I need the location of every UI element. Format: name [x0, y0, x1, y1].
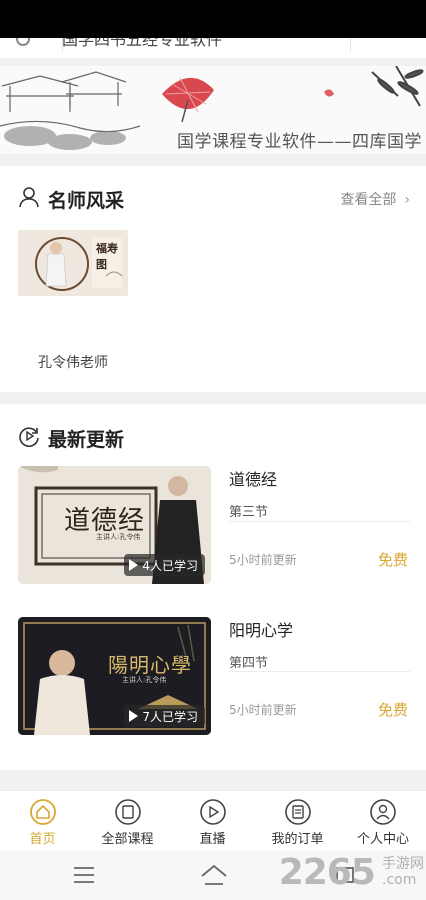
teacher-card-image[interactable]: 福寿图 [18, 230, 128, 296]
home-icon [29, 798, 57, 830]
tab-my-orders[interactable]: 我的订单 [255, 791, 340, 851]
learners-count: 7人已学习 [142, 709, 198, 724]
location-icon[interactable] [16, 38, 30, 46]
tab-all-courses[interactable]: 全部课程 [85, 791, 170, 851]
tab-profile[interactable]: 个人中心 [340, 791, 426, 851]
search-bar[interactable]: 国学四书五经专业软件 [0, 38, 426, 58]
profile-icon [369, 798, 397, 830]
banner[interactable]: 国学课程专业软件——四库国学 [0, 66, 426, 154]
watermark-logo: 2265 手游网 .com [279, 852, 424, 893]
teacher-name[interactable]: 孔令伟老师 [38, 352, 108, 372]
watermark-sub: 手游网 [382, 856, 424, 872]
tab-label: 首页 [29, 832, 56, 847]
watermark-domain: .com [382, 872, 417, 888]
divider [229, 671, 410, 672]
tab-home[interactable]: 首页 [0, 791, 85, 851]
home-nav-icon[interactable] [200, 864, 228, 890]
course-updated: 5小时前更新 [229, 553, 297, 567]
refresh-play-icon [18, 425, 40, 451]
course-price: 免费 [377, 701, 408, 719]
view-all-link[interactable]: 查看全部 › [340, 189, 410, 209]
chevron-right-icon: › [404, 192, 410, 208]
view-all-label: 查看全部 [340, 192, 397, 208]
course-thumb-title: 陽明心學 [108, 653, 192, 677]
course-lesson: 第三节 [229, 505, 269, 520]
divider [229, 521, 410, 522]
bottom-tab-bar: 首页 全部课程 直播 我的订单 个人中心 [0, 790, 426, 850]
tab-label: 直播 [199, 832, 226, 847]
tab-label: 我的订单 [271, 832, 324, 847]
course-title[interactable]: 阳明心学 [229, 617, 293, 641]
course-lesson: 第四节 [229, 656, 269, 671]
learners-badge: 4人已学习 [124, 554, 205, 576]
menu-icon[interactable] [73, 866, 95, 888]
learners-badge: 7人已学习 [124, 705, 205, 727]
course-thumbnail[interactable]: 道德经 主讲人:孔令伟 4人已学习 [18, 466, 211, 584]
tab-label: 个人中心 [356, 832, 409, 847]
section-title: 最新更新 [48, 429, 125, 451]
tab-label: 全部课程 [101, 832, 154, 847]
course-thumb-sub: 主讲人:孔令伟 [96, 533, 141, 541]
teacher-thumb-text: 福寿图 [96, 242, 118, 271]
course-thumb-sub: 主讲人:孔令伟 [122, 676, 167, 684]
tab-live[interactable]: 直播 [170, 791, 255, 851]
course-updated: 5小时前更新 [229, 703, 297, 717]
play-icon [129, 559, 139, 571]
orders-icon [284, 798, 312, 830]
courses-icon [114, 798, 142, 830]
section-title: 名师风采 [48, 190, 125, 212]
divider [350, 38, 351, 52]
watermark-brand: 2265 [278, 852, 376, 893]
banner-caption: 国学课程专业软件——四库国学 [177, 132, 422, 152]
status-bar [0, 0, 426, 38]
play-icon [129, 710, 139, 722]
course-thumbnail[interactable]: 陽明心學 主讲人:孔令伟 7人已学习 [18, 617, 211, 735]
course-price: 免费 [377, 551, 408, 569]
course-title[interactable]: 道德经 [229, 466, 277, 490]
search-text[interactable]: 国学四书五经专业软件 [62, 38, 222, 50]
teacher-person-icon [18, 186, 40, 212]
live-play-icon [199, 798, 227, 830]
learners-count: 4人已学习 [142, 558, 198, 573]
